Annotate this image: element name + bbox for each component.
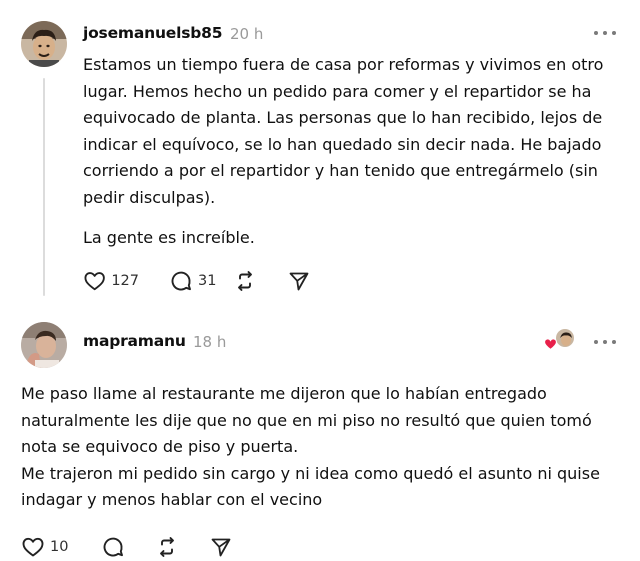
thread-line xyxy=(43,78,45,296)
reply-post: mapramanu 18 h Me paso llame al restaura… xyxy=(0,306,640,561)
post-text-paragraph: La gente es increíble. xyxy=(83,228,255,247)
repost-button[interactable] xyxy=(233,266,257,296)
heart-icon xyxy=(22,537,44,557)
username[interactable]: mapramanu xyxy=(83,332,186,350)
avatar[interactable] xyxy=(21,322,67,368)
send-icon xyxy=(289,272,309,291)
heart-icon xyxy=(84,272,105,291)
like-button[interactable]: 10 xyxy=(21,532,71,561)
repost-button[interactable] xyxy=(155,532,179,561)
more-dots-icon[interactable] xyxy=(594,29,616,37)
comment-icon xyxy=(103,537,123,557)
like-button[interactable]: 127 xyxy=(83,266,139,296)
liked-by-author-badge xyxy=(544,328,578,350)
post-actions: 127 31 xyxy=(83,266,311,296)
reply-button[interactable]: 31 xyxy=(169,266,221,296)
post-text: Me paso llame al restaurante me dijeron … xyxy=(21,384,600,509)
share-button[interactable] xyxy=(209,532,233,561)
comment-icon xyxy=(171,271,191,291)
timestamp: 20 h xyxy=(230,25,264,43)
share-button[interactable] xyxy=(287,266,311,296)
send-icon xyxy=(211,538,231,557)
avatar[interactable] xyxy=(21,21,67,67)
repost-icon xyxy=(160,537,174,557)
like-count: 127 xyxy=(111,273,139,289)
more-dots-icon[interactable] xyxy=(594,338,616,346)
reply-count: 31 xyxy=(198,273,217,289)
timestamp: 18 h xyxy=(193,333,227,351)
like-count: 10 xyxy=(50,539,69,555)
repost-icon xyxy=(238,271,252,291)
post: josemanuelsb85 20 h Estamos un tiempo fu… xyxy=(0,0,640,306)
red-heart-icon xyxy=(544,338,557,350)
post-text: Estamos un tiempo fuera de casa por refo… xyxy=(83,55,604,207)
post-actions: 10 xyxy=(21,532,233,561)
author-avatar-mini xyxy=(555,328,575,348)
reply-button[interactable] xyxy=(101,532,125,561)
username[interactable]: josemanuelsb85 xyxy=(83,24,222,42)
